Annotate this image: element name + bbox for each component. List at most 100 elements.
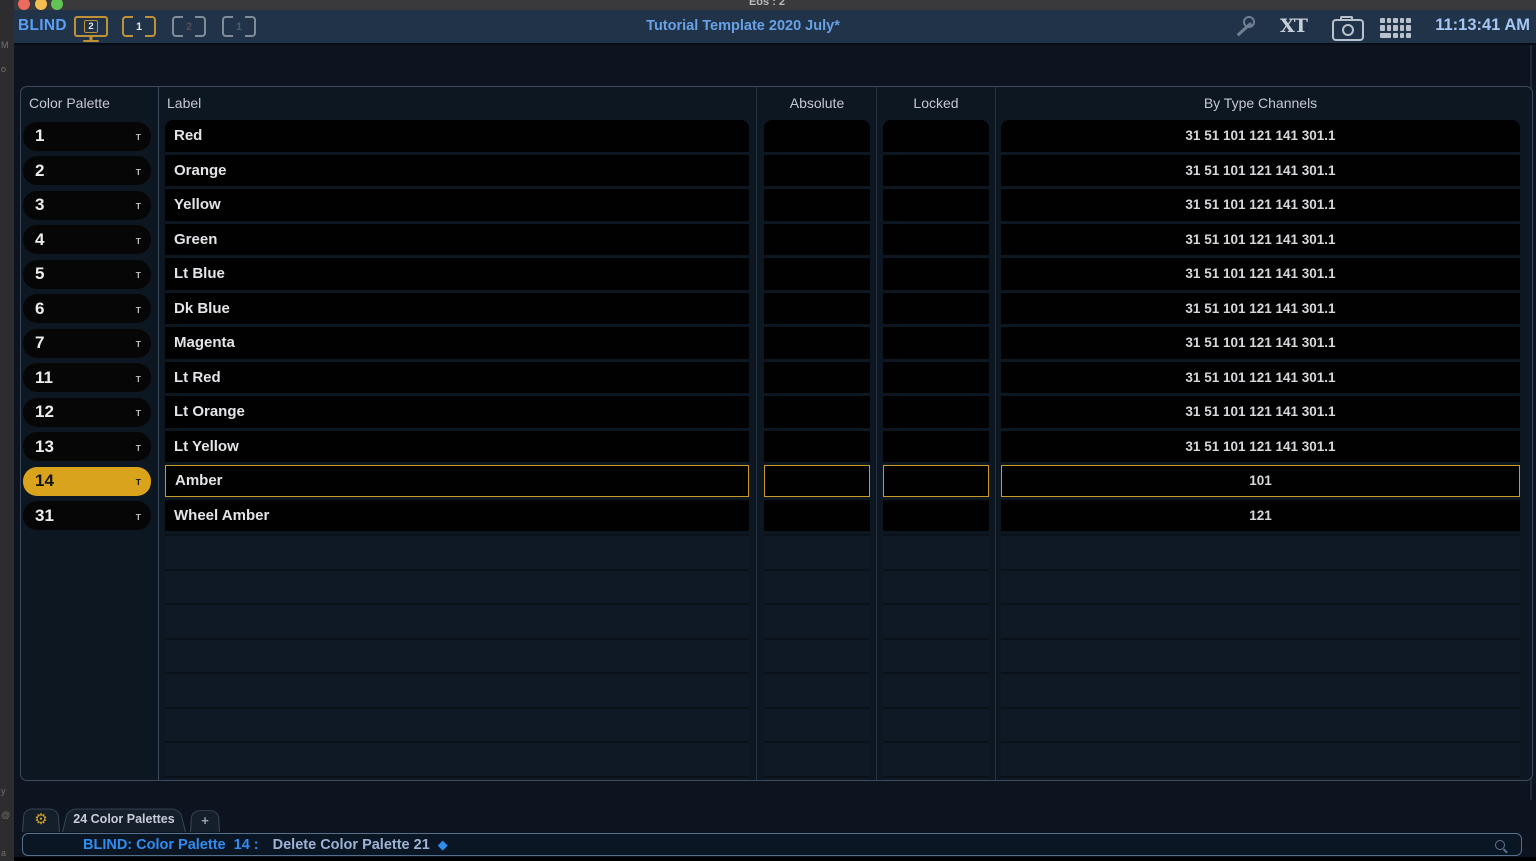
- palette-number-pill[interactable]: 4T: [23, 225, 151, 254]
- by-type-cell[interactable]: 101: [1001, 465, 1520, 497]
- type-flag: T: [136, 304, 141, 314]
- palette-number-pill[interactable]: 13T: [23, 432, 151, 461]
- frame-number: 1: [222, 20, 256, 32]
- frame-icon[interactable]: 1: [122, 16, 156, 37]
- label-cell[interactable]: Wheel Amber: [165, 500, 749, 532]
- palette-number-pill[interactable]: 3T: [23, 191, 151, 220]
- absolute-cell[interactable]: [764, 396, 870, 428]
- absolute-cell[interactable]: [764, 155, 870, 187]
- absolute-cell[interactable]: [764, 293, 870, 325]
- tab-color-palettes[interactable]: 24 Color Palettes: [62, 806, 186, 832]
- absolute-cell[interactable]: [764, 362, 870, 394]
- locked-cell[interactable]: [883, 120, 989, 152]
- palette-number-pill[interactable]: 31T: [23, 501, 151, 530]
- label-cell[interactable]: Magenta: [165, 327, 749, 359]
- palette-number-pill[interactable]: 14T: [23, 467, 151, 496]
- empty-grid-cell: [165, 534, 749, 569]
- absolute-cell[interactable]: [764, 500, 870, 532]
- empty-grid-cell: [165, 603, 749, 638]
- wand-icon[interactable]: [1234, 16, 1256, 38]
- by-type-cell[interactable]: 121: [1001, 500, 1520, 532]
- tab-settings[interactable]: ⚙: [22, 806, 60, 832]
- by-type-cell[interactable]: 31 51 101 121 141 301.1: [1001, 120, 1520, 152]
- by-type-cell[interactable]: 31 51 101 121 141 301.1: [1001, 258, 1520, 290]
- empty-grid-cell: [1001, 534, 1520, 569]
- xt-swap-icon[interactable]: XT: [1280, 15, 1307, 37]
- palette-number-pill[interactable]: 11T: [23, 363, 151, 392]
- label-cell[interactable]: Green: [165, 224, 749, 256]
- locked-cell[interactable]: [883, 189, 989, 221]
- palette-number-pill[interactable]: 2T: [23, 156, 151, 185]
- empty-grid-cell: [764, 672, 870, 707]
- camera-snapshot-icon[interactable]: [1332, 19, 1364, 41]
- locked-cell[interactable]: [883, 293, 989, 325]
- palette-number-pill[interactable]: 12T: [23, 398, 151, 427]
- locked-cell[interactable]: [883, 465, 989, 497]
- palette-number-pill[interactable]: 1T: [23, 122, 151, 151]
- macos-titlebar: Eos : 2: [14, 0, 1536, 10]
- add-tab-button[interactable]: +: [190, 808, 220, 832]
- search-icon[interactable]: [1495, 840, 1505, 850]
- locked-cell[interactable]: [883, 155, 989, 187]
- label-cell[interactable]: Amber: [165, 465, 749, 497]
- by-type-cell[interactable]: 31 51 101 121 141 301.1: [1001, 327, 1520, 359]
- show-title: Tutorial Template 2020 July*: [646, 18, 840, 34]
- command-line-input[interactable]: BLIND: Color Palette 14 : Delete Color P…: [22, 833, 1522, 856]
- absolute-cell[interactable]: [764, 465, 870, 497]
- label-cell[interactable]: Lt Orange: [165, 396, 749, 428]
- by-type-cell[interactable]: 31 51 101 121 141 301.1: [1001, 155, 1520, 187]
- color-palette-table: Color Palette Label Absolute Locked By T…: [20, 86, 1533, 781]
- label-cell[interactable]: Lt Red: [165, 362, 749, 394]
- background-app-strip: M o y @ a: [0, 0, 14, 861]
- gear-icon: ⚙: [34, 812, 47, 827]
- locked-cell[interactable]: [883, 362, 989, 394]
- by-type-cell[interactable]: 31 51 101 121 141 301.1: [1001, 396, 1520, 428]
- absolute-cell[interactable]: [764, 224, 870, 256]
- empty-grid-cell: [883, 707, 989, 742]
- by-type-cell[interactable]: 31 51 101 121 141 301.1: [1001, 293, 1520, 325]
- by-type-cell[interactable]: 31 51 101 121 141 301.1: [1001, 431, 1520, 463]
- by-type-cell[interactable]: 31 51 101 121 141 301.1: [1001, 189, 1520, 221]
- label-cell[interactable]: Orange: [165, 155, 749, 187]
- zoom-window-button[interactable]: [51, 0, 63, 10]
- frame-icon-inactive[interactable]: 2: [172, 16, 206, 37]
- label-cell[interactable]: Red: [165, 120, 749, 152]
- absolute-cell[interactable]: [764, 189, 870, 221]
- edge-glyph: M: [1, 40, 9, 50]
- absolute-cell[interactable]: [764, 258, 870, 290]
- by-type-cell[interactable]: 31 51 101 121 141 301.1: [1001, 224, 1520, 256]
- empty-grid-cell: [1001, 672, 1520, 707]
- close-window-button[interactable]: [18, 0, 30, 10]
- absolute-cell[interactable]: [764, 327, 870, 359]
- label-cell[interactable]: Lt Yellow: [165, 431, 749, 463]
- palette-number-pill[interactable]: 7T: [23, 329, 151, 358]
- by-type-cell[interactable]: 31 51 101 121 141 301.1: [1001, 362, 1520, 394]
- frame-icon-inactive[interactable]: 1: [222, 16, 256, 37]
- label-cell[interactable]: Yellow: [165, 189, 749, 221]
- locked-cell[interactable]: [883, 431, 989, 463]
- plus-icon: +: [190, 808, 220, 832]
- locked-cell[interactable]: [883, 500, 989, 532]
- locked-cell[interactable]: [883, 396, 989, 428]
- empty-grid-cell: [1001, 569, 1520, 604]
- absolute-cell[interactable]: [764, 431, 870, 463]
- virtual-keyboard-icon[interactable]: [1380, 18, 1411, 38]
- minimize-window-button[interactable]: [35, 0, 47, 10]
- column-divider: [995, 87, 996, 780]
- absolute-cell[interactable]: [764, 120, 870, 152]
- label-cell[interactable]: Lt Blue: [165, 258, 749, 290]
- palette-number: 12: [35, 402, 54, 422]
- empty-grid-cell: [1001, 776, 1520, 782]
- type-flag: T: [136, 477, 141, 487]
- locked-cell[interactable]: [883, 327, 989, 359]
- locked-cell[interactable]: [883, 258, 989, 290]
- edge-glyph: o: [1, 64, 6, 74]
- empty-grid-cell: [165, 776, 749, 782]
- label-cell[interactable]: Dk Blue: [165, 293, 749, 325]
- locked-cell[interactable]: [883, 224, 989, 256]
- column-header-absolute: Absolute: [764, 93, 870, 113]
- palette-number-pill[interactable]: 5T: [23, 260, 151, 289]
- palette-number-pill[interactable]: 6T: [23, 294, 151, 323]
- monitor-icon[interactable]: 2: [74, 16, 108, 37]
- column-divider: [756, 87, 757, 780]
